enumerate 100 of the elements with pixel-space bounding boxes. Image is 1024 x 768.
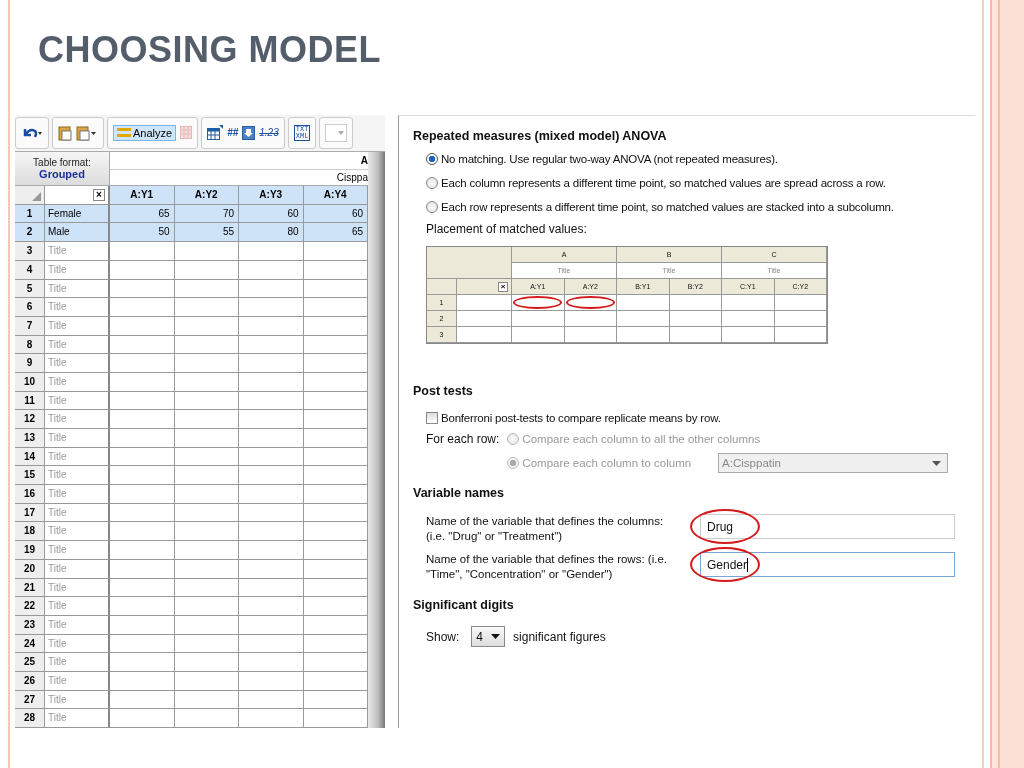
table-cell [239,242,304,261]
triangle-icon [32,191,41,201]
table-cell [669,311,722,327]
row-title: Title [45,298,110,317]
table-cell [174,578,239,598]
checkbox-label: Bonferroni post-tests to compare replicate means by row. [441,412,721,424]
table-cell [239,372,304,392]
row-title: Title [45,242,110,261]
table-cell [110,242,175,261]
row-number[interactable]: 18 [15,522,45,542]
table-cell [722,327,775,343]
row-title: Title [45,410,110,429]
row-number[interactable]: 13 [15,429,45,448]
column-header[interactable]: A:Y1 [110,185,175,205]
close-icon: × [498,281,508,292]
table-cell [774,311,827,327]
row-title: Male [45,223,110,243]
table-format-value: Grouped [39,167,85,180]
digits-dropdown[interactable]: 4 [471,626,506,647]
close-icon[interactable]: × [93,188,105,201]
row-number[interactable]: 6 [15,298,45,317]
hash-icon[interactable]: ## [227,127,239,139]
section-heading: Significant digits [413,598,515,612]
table-cell [512,327,565,343]
table-cell [564,327,617,343]
table-format-header[interactable]: Table format: Grouped [15,151,110,186]
table-cell [110,522,175,542]
option-label: Each row represents a different time point, so matched values are stacked into a subcolumn. [441,201,894,213]
row-title: Title [45,615,110,635]
row-number[interactable]: 19 [15,541,45,560]
table-cell [239,559,304,579]
column-header[interactable]: A:Y3 [239,185,304,205]
table-cell [239,279,304,299]
row-title: Title [45,597,110,616]
table-cell: 50 [110,223,175,243]
clipboard-icon[interactable] [76,124,98,141]
table-cell [174,690,239,710]
table-cell [174,485,239,504]
table-format-label: Table format: [33,156,91,168]
clipboard-icon[interactable] [58,124,72,141]
grid-icon[interactable] [180,126,193,140]
row-number[interactable]: 16 [15,485,45,504]
analyze-button[interactable]: Analyze [113,124,177,141]
group-title: Cisppa [110,168,368,186]
table-cell [174,260,239,280]
section-heading: Variable names [413,486,506,500]
table-cell [239,391,304,411]
checkbox[interactable] [426,412,438,424]
row-number[interactable]: 12 [15,410,45,429]
scrollbar[interactable] [368,151,385,728]
table-cell [110,671,175,691]
table-cell [174,522,239,542]
table-cell [110,335,175,355]
show-label: Show: [426,629,460,644]
table-cell [239,260,304,280]
row-number[interactable]: 22 [15,597,45,616]
table-cell [174,559,239,579]
table-cell [110,634,175,654]
slide-title: CHOOSING MODEL [38,30,382,72]
table-cell: 55 [174,223,239,243]
row-title: Title [45,260,110,280]
table-cell [239,354,304,373]
number-format-icon[interactable]: 1.23 [259,127,279,139]
radio-button[interactable] [426,201,438,213]
radio-button[interactable] [426,153,438,165]
table-cell: 65 [303,223,368,243]
row-number[interactable]: 3 [15,242,45,261]
table-cell [774,327,827,343]
row-number[interactable]: 15 [15,466,45,486]
row-title: Title [45,335,110,355]
row-title: Title [45,279,110,299]
section-heading: Post tests [413,384,474,398]
table-cell [110,690,175,710]
table-cell [110,372,175,392]
option-label: Compare each column to all the other columns [522,433,761,445]
row-number[interactable]: 28 [15,709,45,728]
table-cell [239,541,304,560]
table-cell [174,335,239,355]
table-cell [110,466,175,486]
table-cell [174,354,239,373]
table-cell [239,634,304,654]
row-title: Title [45,690,110,710]
row-number[interactable]: 2 [15,223,45,243]
row-number[interactable]: 25 [15,653,45,672]
row-title: Title [45,429,110,448]
table-icon[interactable] [207,125,224,141]
table-cell [110,559,175,579]
input-field[interactable]: Gender [700,552,955,577]
dropdown[interactable] [325,123,348,142]
table-cell [174,316,239,336]
row-title: Title [45,559,110,579]
row-number[interactable]: 9 [15,354,45,373]
table-cell [110,279,175,299]
row-title: Title [45,634,110,654]
radio-button[interactable] [426,177,438,189]
down-arrow-icon[interactable] [242,125,256,140]
table-cell [110,298,175,317]
table-cell [239,522,304,542]
input-field[interactable]: Drug [700,514,955,539]
table-cell [110,541,175,560]
